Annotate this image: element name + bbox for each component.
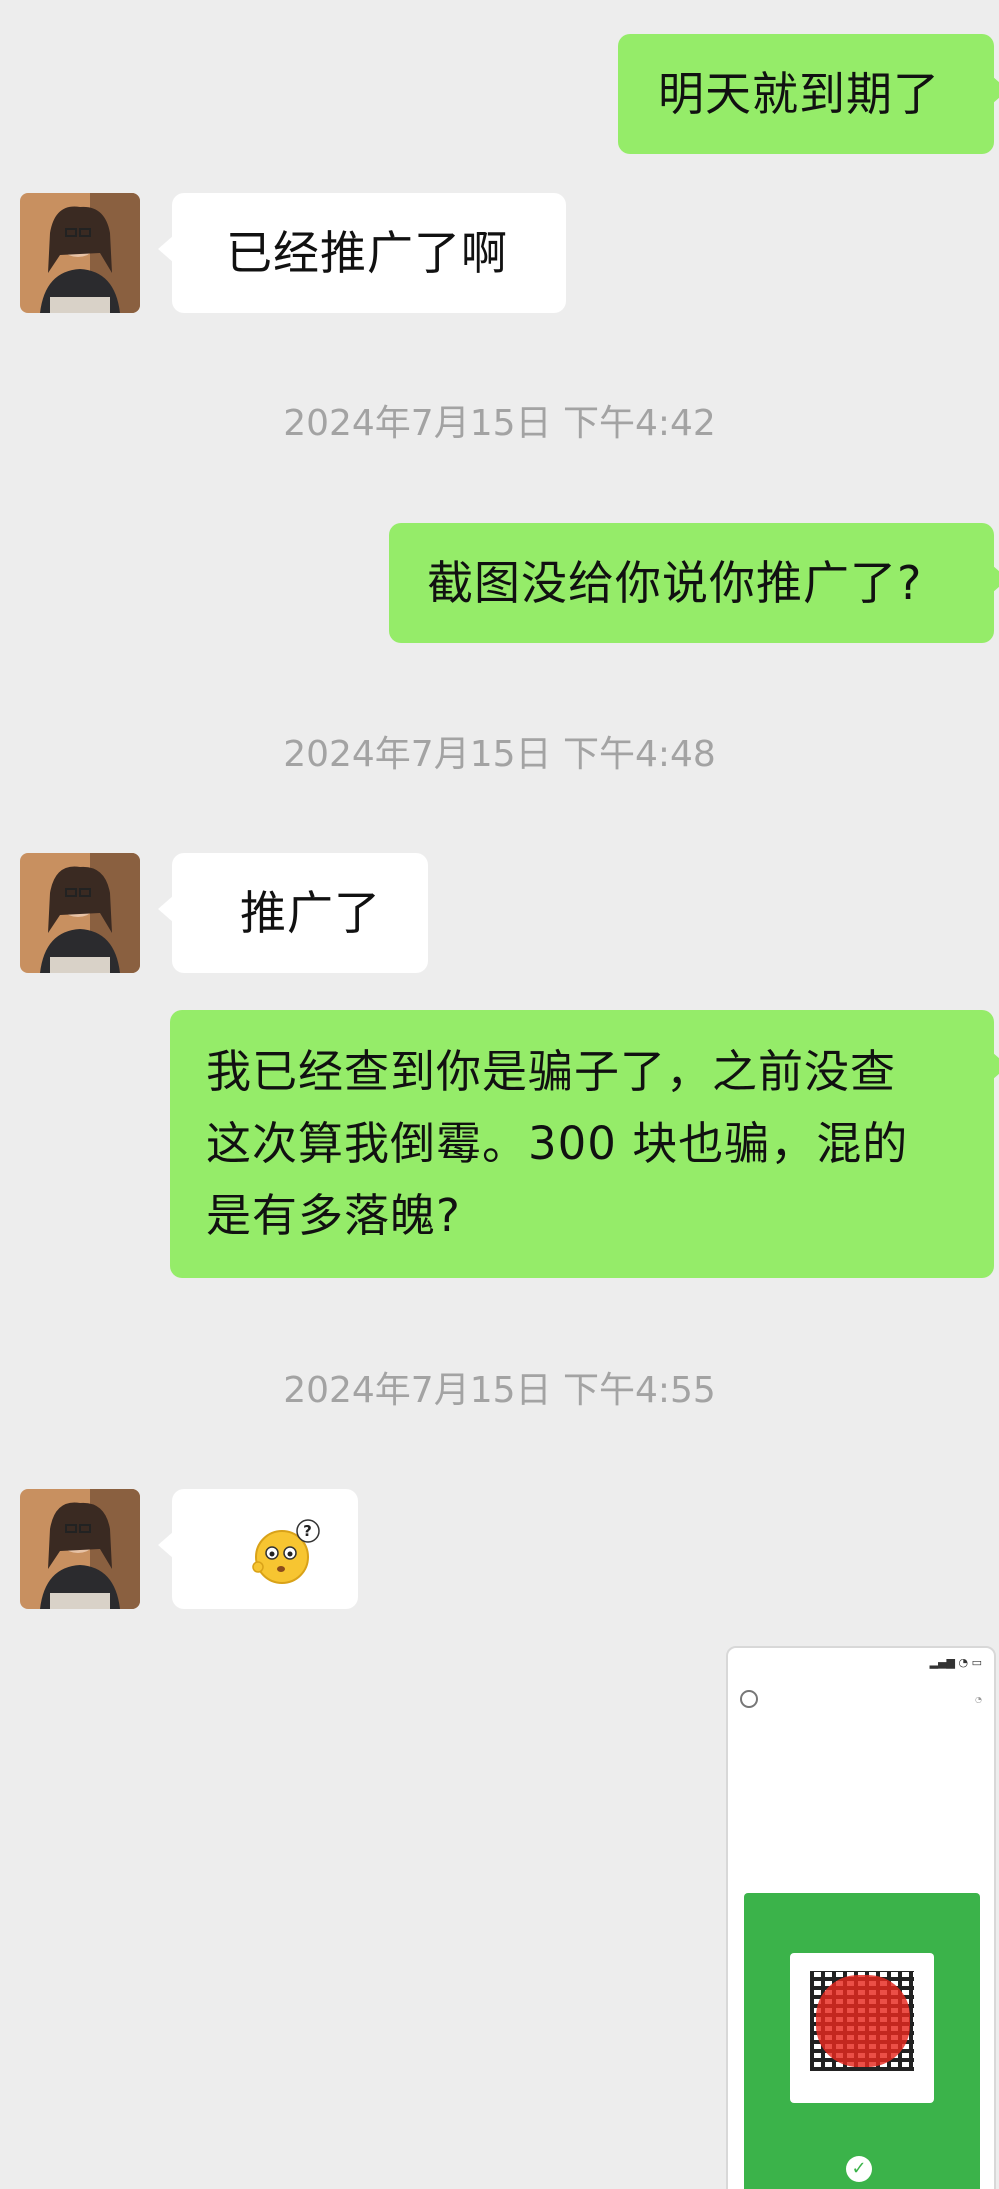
timestamp: 2024年7月15日 下午4:48 <box>0 733 999 777</box>
my-message-bubble[interactable]: 我已经查到你是骗子了，之前没查 这次算我倒霉。300 块也骗，混的 是有多落魄? <box>170 1010 999 1278</box>
qr-code-panel <box>790 1953 934 2103</box>
wechat-pay-card: ✓ <box>744 1893 980 2189</box>
shared-screenshot-image[interactable]: ▂▄▆ ◔ ▭ ◔ ✓ <box>726 1646 996 2189</box>
message-text: 明天就到期了 <box>658 67 940 121</box>
message-text: 截图没给你说你推广了? <box>427 556 923 610</box>
timestamp-text: 2024年7月15日 下午4:55 <box>283 1370 716 1411</box>
contact-avatar[interactable] <box>20 193 140 313</box>
timestamp-text: 2024年7月15日 下午4:48 <box>283 734 716 775</box>
message-line: 这次算我倒霉。300 块也骗，混的 <box>206 1117 909 1170</box>
red-scribble-overlay <box>816 1975 910 2067</box>
contact-message-bubble[interactable]: 已经推广了啊 <box>158 193 566 313</box>
timestamp: 2024年7月15日 下午4:42 <box>0 402 999 446</box>
avatar-photo <box>20 853 140 973</box>
message-text: 推广了 <box>240 886 381 940</box>
my-message-bubble[interactable]: 明天就到期了 <box>618 34 999 154</box>
screenshot-post-author-row: ◔ <box>728 1682 994 1716</box>
timestamp-text: 2024年7月15日 下午4:42 <box>283 403 716 444</box>
contact-sticker-bubble[interactable]: ? <box>158 1489 358 1609</box>
view-count-icon: ◔ <box>975 1694 982 1704</box>
message-text: 已经推广了啊 <box>226 226 508 280</box>
message-line: 我已经查到你是骗子了，之前没查 <box>206 1045 897 1098</box>
timestamp: 2024年7月15日 下午4:55 <box>0 1369 999 1413</box>
confused-face-icon: ? <box>252 1519 320 1584</box>
contact-message-bubble[interactable]: 推广了 <box>158 853 428 973</box>
avatar-photo <box>20 193 140 313</box>
message-line: 是有多落魄? <box>206 1189 461 1242</box>
signal-icons: ▂▄▆ ◔ ▭ <box>929 1655 982 1669</box>
screenshot-post-body <box>728 1720 994 1732</box>
chat-area[interactable]: 明天就到期了 已经推广了啊 2024年7月15日 下午4:42 截图没给你说你推… <box>0 0 999 2189</box>
author-avatar-icon <box>740 1690 758 1708</box>
contact-avatar[interactable] <box>20 853 140 973</box>
check-circle-icon: ✓ <box>846 2155 872 2182</box>
svg-text:?: ? <box>303 1522 313 1540</box>
screenshot-status-bar: ▂▄▆ ◔ ▭ <box>728 1648 994 1676</box>
my-message-bubble[interactable]: 截图没给你说你推广了? <box>389 523 999 643</box>
avatar-photo <box>20 1489 140 1609</box>
pay-footer: ✓ <box>744 2155 980 2182</box>
contact-avatar[interactable] <box>20 1489 140 1609</box>
